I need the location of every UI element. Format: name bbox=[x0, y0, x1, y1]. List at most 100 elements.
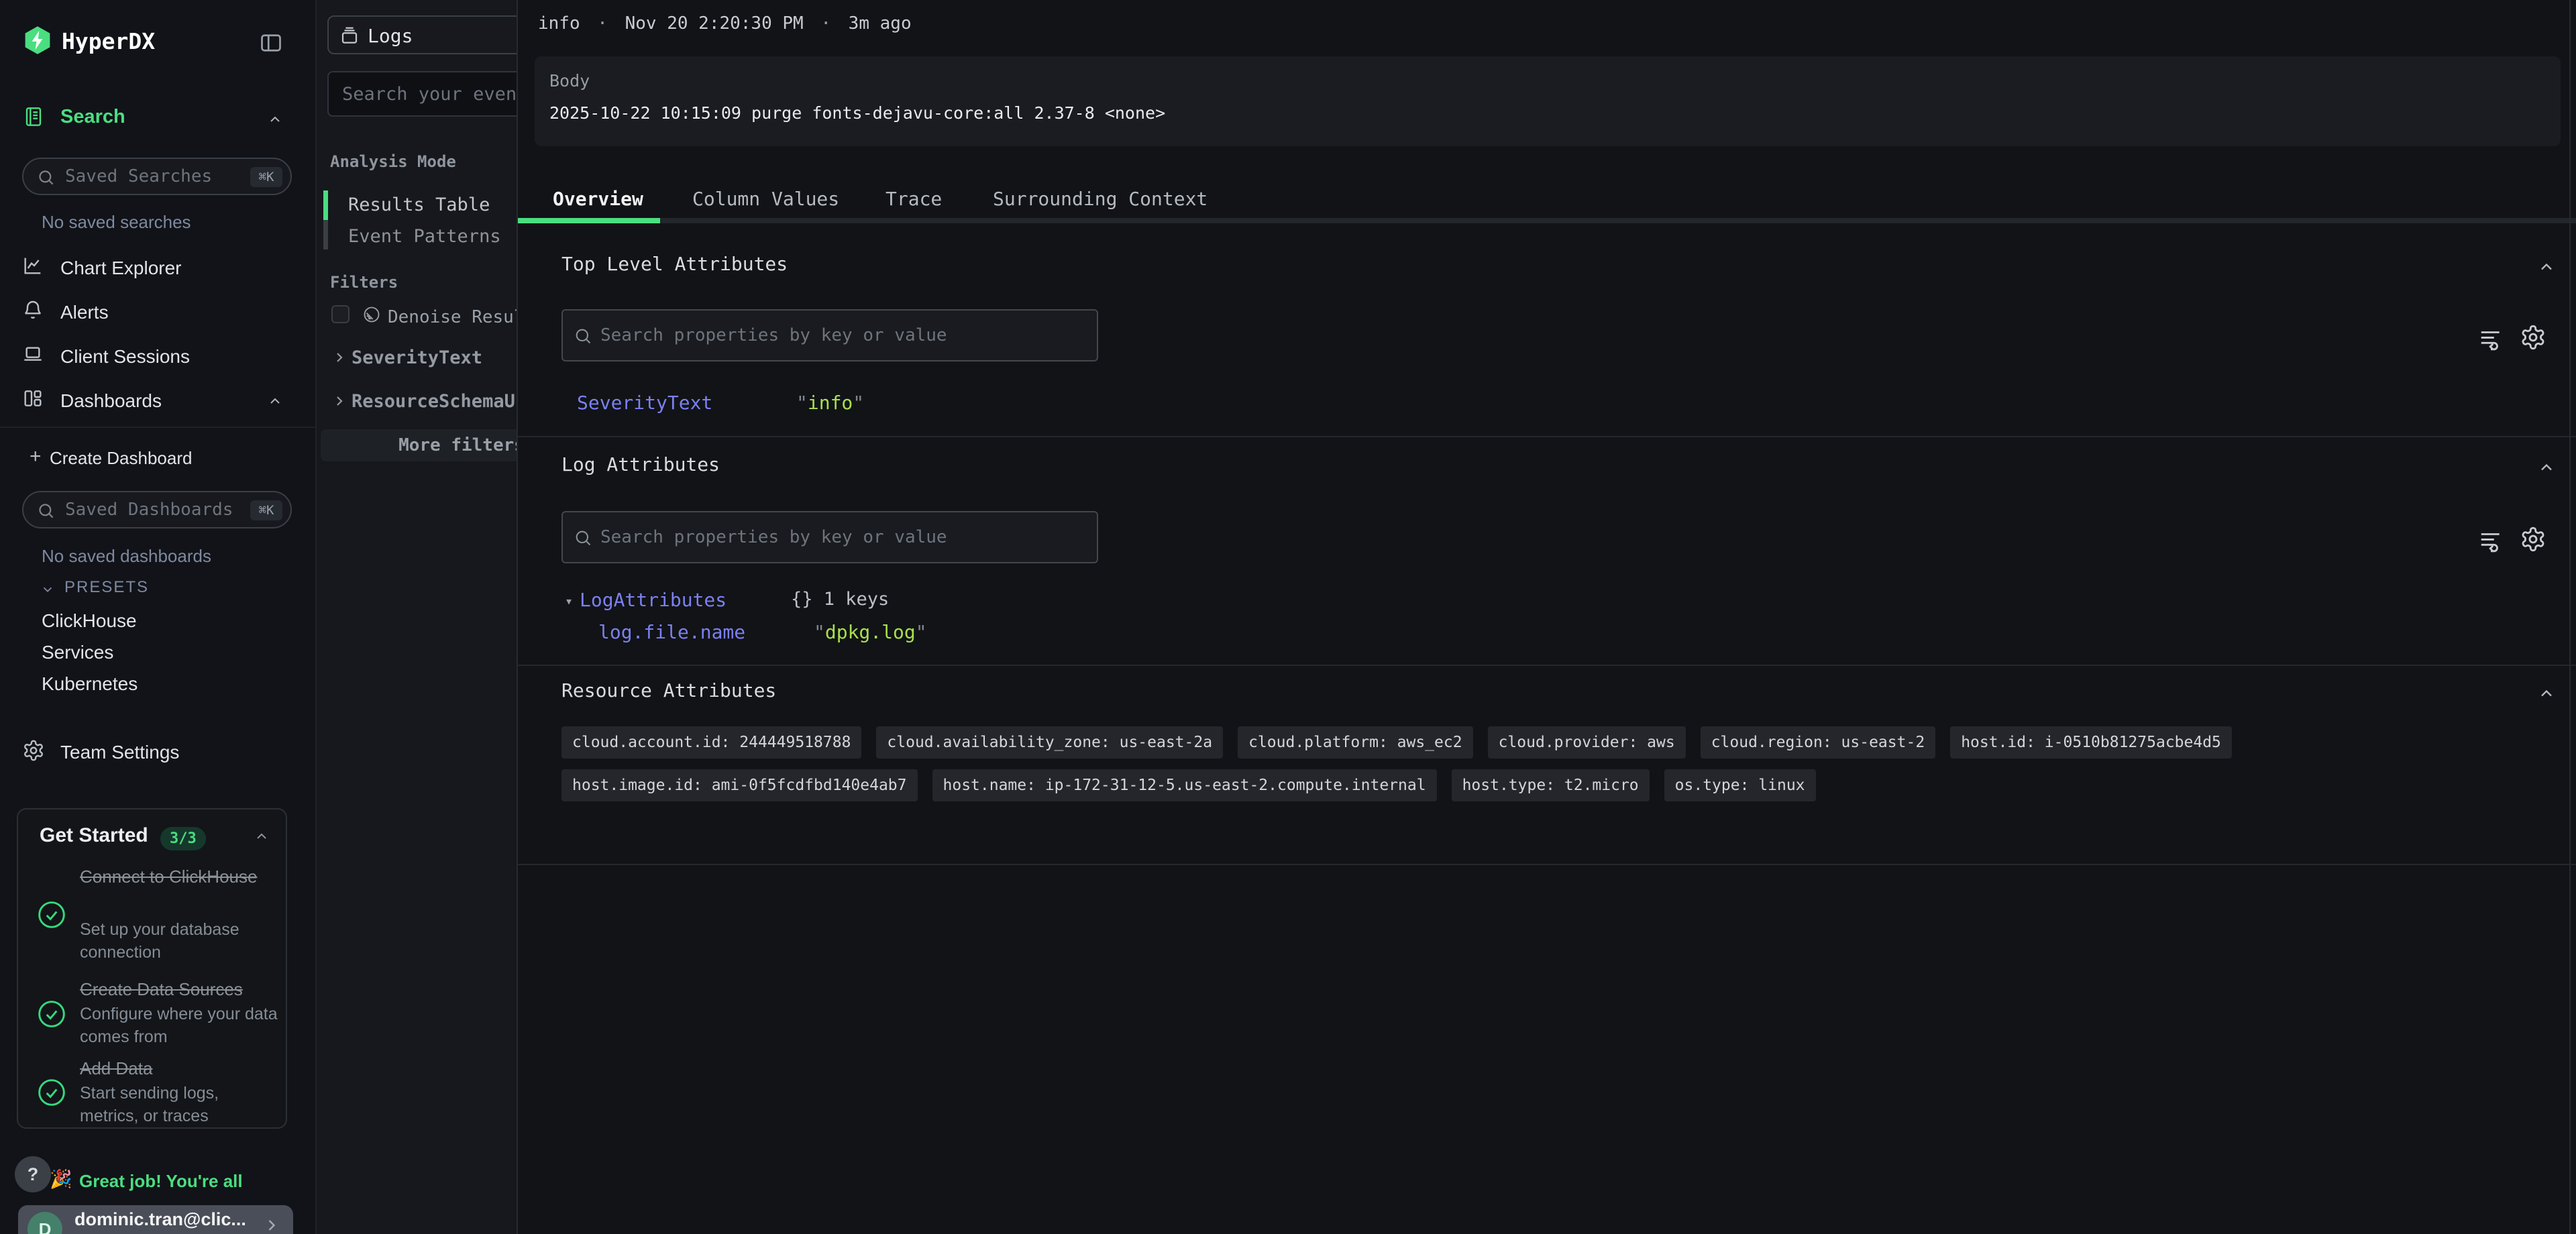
get-started-progress-badge: 3/3 bbox=[160, 827, 206, 850]
get-started-item-title[interactable]: Add Data bbox=[80, 1056, 288, 1081]
get-started-item-title[interactable]: Connect to ClickHouse bbox=[80, 864, 281, 889]
no-saved-searches-text: No saved searches bbox=[42, 212, 191, 233]
property-search-box bbox=[561, 309, 1098, 361]
event-header-line: info · Nov 20 2:20:30 PM · 3m ago bbox=[538, 13, 912, 34]
user-menu[interactable]: D dominic.tran@clic... dominic.tran@clic… bbox=[18, 1205, 293, 1234]
no-saved-dashboards-text: No saved dashboards bbox=[42, 546, 211, 567]
user-name: dominic.tran@clic... bbox=[74, 1209, 246, 1230]
resource-attribute-badge[interactable]: os.type: linux bbox=[1664, 769, 1816, 801]
sidebar-item-team-settings[interactable]: Team Settings bbox=[60, 742, 179, 763]
resource-attribute-badge[interactable]: host.name: ip-172-31-12-5.us-east-2.comp… bbox=[932, 769, 1437, 801]
plus-icon: + bbox=[30, 445, 42, 468]
resource-attribute-badge[interactable]: host.id: i-0510b81275acbe4d5 bbox=[1950, 726, 2232, 759]
sidebar-item-search[interactable]: Search bbox=[60, 106, 125, 128]
celebration-text: Great job! You're all bbox=[79, 1171, 274, 1192]
event-detail-panel: info · Nov 20 2:20:30 PM · 3m ago Body 2… bbox=[517, 0, 2576, 1234]
property-search-input[interactable] bbox=[563, 512, 1097, 562]
get-started-item-subtitle: Set up your database connection bbox=[80, 918, 281, 964]
tabs-baseline bbox=[518, 218, 2576, 223]
gear-icon[interactable] bbox=[2520, 526, 2546, 553]
chevron-down-icon[interactable] bbox=[39, 582, 56, 597]
wrap-lines-icon[interactable] bbox=[2478, 326, 2504, 351]
active-tab-underline bbox=[518, 218, 660, 223]
create-dashboard-button[interactable]: Create Dashboard bbox=[50, 448, 192, 469]
denoise-checkbox[interactable] bbox=[331, 305, 350, 323]
sidebar-item-alerts[interactable]: Alerts bbox=[60, 302, 109, 323]
resource-attribute-badge[interactable]: host.image.id: ami-0f5fcdfbd140e4ab7 bbox=[561, 769, 918, 801]
chevron-up-icon[interactable] bbox=[252, 828, 271, 844]
analysis-mode-label: Analysis Mode bbox=[330, 152, 456, 171]
filter-group-resourceschemaurl[interactable]: ResourceSchemaUrl bbox=[352, 391, 517, 412]
section-divider bbox=[518, 665, 2576, 666]
tab-overview[interactable]: Overview bbox=[553, 188, 643, 210]
wrap-lines-icon[interactable] bbox=[2478, 528, 2504, 553]
attribute-value[interactable]: "info" bbox=[796, 392, 864, 414]
alerts-bell-icon bbox=[22, 299, 44, 321]
chevron-right-icon[interactable] bbox=[331, 347, 347, 368]
preset-item-services[interactable]: Services bbox=[42, 642, 113, 663]
chevron-right-icon[interactable] bbox=[331, 391, 347, 411]
client-sessions-icon bbox=[22, 343, 44, 365]
mode-option-results-table[interactable]: Results Table bbox=[348, 194, 490, 215]
section-divider bbox=[518, 436, 2576, 437]
avatar: D bbox=[28, 1212, 62, 1234]
sidebar-item-dashboards[interactable]: Dashboards bbox=[60, 390, 162, 412]
preset-item-kubernetes[interactable]: Kubernetes bbox=[42, 673, 138, 695]
attribute-key[interactable]: log.file.name bbox=[598, 621, 745, 643]
resource-attribute-badge[interactable]: host.type: t2.micro bbox=[1452, 769, 1650, 801]
search-icon bbox=[37, 502, 55, 520]
help-button[interactable]: ? bbox=[15, 1156, 51, 1192]
chevron-up-icon[interactable] bbox=[266, 111, 284, 127]
collapse-section-icon[interactable] bbox=[2536, 258, 2557, 276]
resource-attribute-badge[interactable]: cloud.availability_zone: us-east-2a bbox=[876, 726, 1223, 759]
attribute-key[interactable]: SeverityText bbox=[577, 392, 712, 414]
chevron-up-icon[interactable] bbox=[266, 393, 284, 409]
active-mode-indicator bbox=[323, 190, 328, 220]
brand-title: HyperDX bbox=[62, 28, 155, 54]
preset-item-clickhouse[interactable]: ClickHouse bbox=[42, 610, 137, 632]
gear-icon[interactable] bbox=[2520, 324, 2546, 351]
gear-icon bbox=[22, 739, 45, 762]
search-icon bbox=[37, 168, 55, 186]
resource-attribute-badge[interactable]: cloud.platform: aws_ec2 bbox=[1238, 726, 1473, 759]
chevron-right-icon bbox=[262, 1216, 281, 1234]
presets-header[interactable]: PRESETS bbox=[64, 578, 149, 597]
dot-separator: · bbox=[597, 13, 608, 34]
sidebar-divider bbox=[0, 427, 317, 428]
denoise-results-label[interactable]: Denoise Results bbox=[388, 307, 517, 327]
tree-expand-caret[interactable]: ▾ bbox=[565, 593, 573, 609]
resource-attribute-badge[interactable]: cloud.account.id: 244449518788 bbox=[561, 726, 861, 759]
filter-group-severitytext[interactable]: SeverityText bbox=[352, 347, 482, 368]
collapse-section-icon[interactable] bbox=[2536, 458, 2557, 477]
tree-root-key[interactable]: LogAttributes bbox=[580, 589, 727, 611]
tree-root-meta: {} 1 keys bbox=[791, 589, 889, 610]
scrollbar-track[interactable] bbox=[2569, 0, 2571, 1234]
resource-attribute-badge[interactable]: cloud.region: us-east-2 bbox=[1701, 726, 1936, 759]
severity-text: info bbox=[538, 13, 580, 34]
tab-trace[interactable]: Trace bbox=[885, 188, 942, 210]
property-search-input[interactable] bbox=[563, 311, 1097, 360]
tab-surrounding-context[interactable]: Surrounding Context bbox=[993, 188, 1208, 210]
section-title-top-level: Top Level Attributes bbox=[561, 253, 788, 275]
sidebar-item-client-sessions[interactable]: Client Sessions bbox=[60, 346, 190, 368]
get-started-item-title[interactable]: Create Data Sources bbox=[80, 977, 288, 1002]
event-relative-time: 3m ago bbox=[849, 13, 912, 34]
check-circle-icon bbox=[37, 1078, 66, 1107]
attribute-value[interactable]: "dpkg.log" bbox=[814, 621, 927, 643]
mode-option-event-patterns[interactable]: Event Patterns bbox=[348, 226, 501, 247]
logs-source-icon bbox=[339, 25, 360, 46]
party-emoji: 🎉 bbox=[50, 1168, 72, 1190]
search-icon bbox=[574, 528, 592, 547]
more-filters-button[interactable]: More filters bbox=[321, 429, 517, 461]
data-source-label: Logs bbox=[368, 25, 413, 47]
event-search-input[interactable] bbox=[329, 72, 517, 115]
resource-badges: cloud.account.id: 244449518788 cloud.ava… bbox=[561, 726, 2534, 801]
collapse-section-icon[interactable] bbox=[2536, 684, 2557, 703]
sidebar-item-chart-explorer[interactable]: Chart Explorer bbox=[60, 258, 182, 279]
logs-filter-panel: Logs Analysis Mode Results Table Event P… bbox=[317, 0, 517, 1234]
sidebar-collapse-icon[interactable] bbox=[259, 31, 283, 55]
resource-attribute-badge[interactable]: cloud.provider: aws bbox=[1488, 726, 1686, 759]
check-circle-icon bbox=[37, 999, 66, 1029]
tab-column-values[interactable]: Column Values bbox=[692, 188, 839, 210]
data-source-button[interactable]: Logs bbox=[327, 15, 517, 54]
